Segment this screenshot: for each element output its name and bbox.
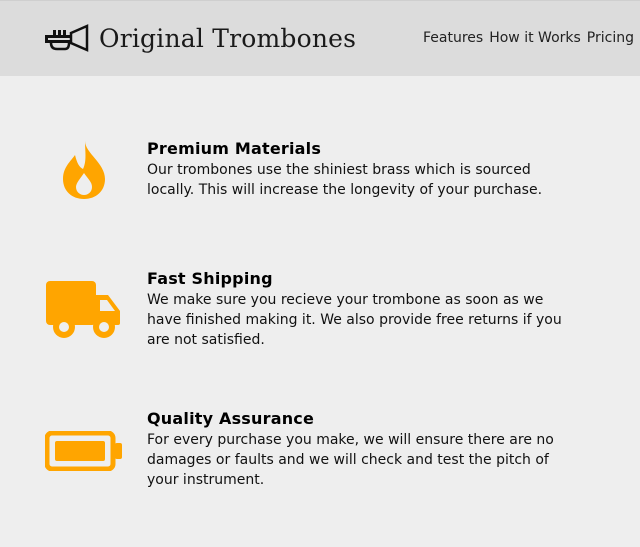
- feature-text: Premium Materials Our trombones use the …: [147, 139, 567, 200]
- fire-icon: [61, 139, 107, 201]
- page: Original Trombones Features How it Works…: [0, 0, 640, 547]
- feature-text: Fast Shipping We make sure you recieve y…: [147, 269, 567, 350]
- feature-title: Quality Assurance: [147, 409, 315, 428]
- feature-description: We make sure you recieve your trombone a…: [147, 292, 562, 348]
- feature-text: Quality Assurance For every purchase you…: [147, 409, 567, 490]
- brand-name: Original Trombones: [99, 23, 357, 53]
- feature-title: Premium Materials: [147, 139, 322, 158]
- nav-link-pricing[interactable]: Pricing: [587, 30, 634, 46]
- feature-description: Our trombones use the shiniest brass whi…: [147, 162, 543, 198]
- battery-icon: [45, 431, 123, 471]
- header: Original Trombones Features How it Works…: [0, 1, 640, 76]
- feature-description: For every purchase you make, we will ens…: [147, 432, 554, 488]
- main-nav: Features How it Works Pricing: [423, 30, 634, 46]
- nav-link-how-it-works[interactable]: How it Works: [489, 30, 581, 46]
- nav-link-features[interactable]: Features: [423, 30, 483, 46]
- feature-title: Fast Shipping: [147, 269, 273, 288]
- truck-icon: [44, 279, 124, 341]
- trumpet-icon: [45, 23, 89, 53]
- logo[interactable]: Original Trombones: [45, 19, 356, 57]
